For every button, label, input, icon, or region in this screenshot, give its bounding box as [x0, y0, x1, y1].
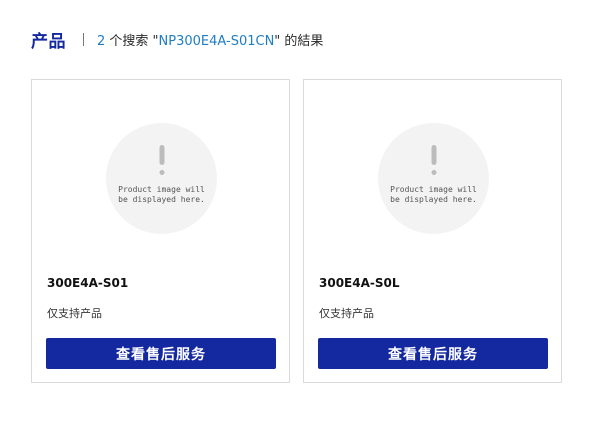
product-model: 300E4A-S01	[47, 276, 129, 290]
product-card: Product image will be displayed here. 30…	[303, 79, 562, 383]
support-note: 仅支持产品	[47, 307, 102, 320]
view-service-button[interactable]: 查看售后服务	[318, 338, 548, 369]
product-image-placeholder: Product image will be displayed here.	[378, 123, 489, 234]
exclamation-icon	[431, 145, 436, 177]
search-query: NP300E4A-S01CN	[158, 33, 275, 49]
result-prefix: 个搜索 "	[105, 33, 159, 49]
page-title: 产品	[31, 31, 66, 52]
result-suffix: " 的結果	[274, 33, 324, 49]
support-note: 仅支持产品	[319, 307, 374, 320]
view-service-button[interactable]: 查看售后服务	[46, 338, 276, 369]
product-card: Product image will be displayed here. 30…	[31, 79, 290, 383]
placeholder-text: Product image will be displayed here.	[390, 185, 477, 204]
product-image-placeholder: Product image will be displayed here.	[106, 123, 217, 234]
product-model: 300E4A-S0L	[319, 276, 400, 290]
search-result-summary: 2 个搜索 "NP300E4A-S01CN" 的結果	[97, 30, 323, 49]
results-header: 产品 2 个搜索 "NP300E4A-S01CN" 的結果	[31, 26, 323, 52]
exclamation-icon	[159, 145, 164, 177]
header-divider	[83, 32, 84, 46]
placeholder-text: Product image will be displayed here.	[118, 185, 205, 204]
